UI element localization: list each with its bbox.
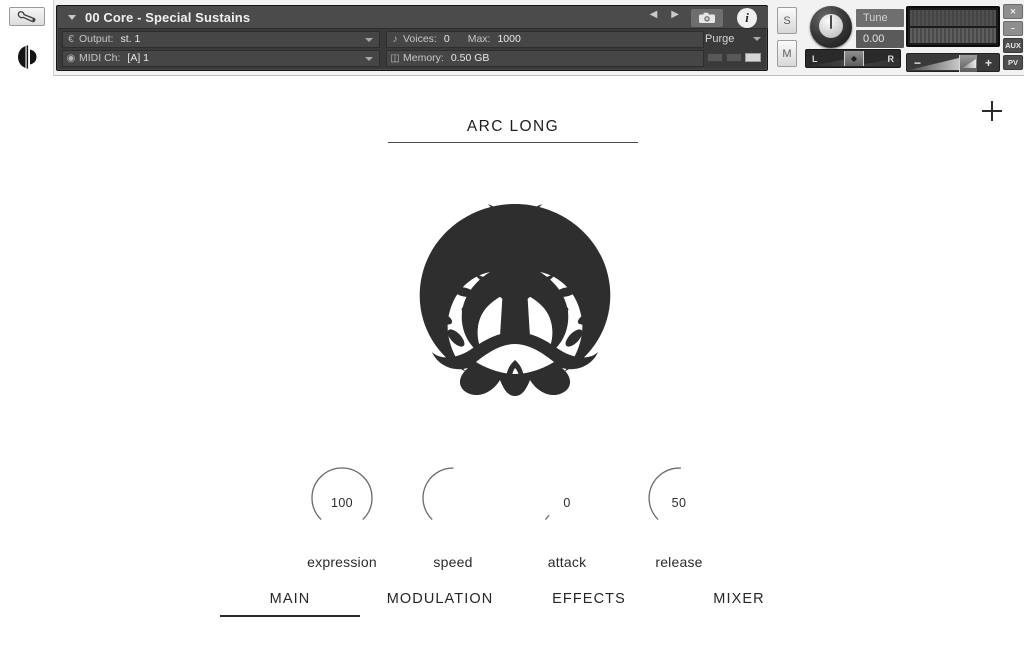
volume-slider[interactable]: − + — [906, 53, 1000, 72]
close-button[interactable]: ✕ — [1003, 4, 1023, 19]
title-underline — [388, 142, 638, 143]
previous-arrow-icon[interactable]: ◀ — [650, 10, 658, 20]
pan-left-label: L — [812, 53, 818, 64]
next-arrow-icon[interactable]: ▶ — [671, 10, 679, 20]
pan-handle-icon[interactable]: ◆ — [844, 51, 864, 66]
tab-effects[interactable]: EFFECTS — [519, 591, 659, 615]
strip-row-midi-memory: ◉ MIDI Ch: [A] 1 ◫ Memory: 0.50 GB — [58, 49, 768, 67]
release-value: 50 — [671, 496, 687, 510]
voices-value: 0 — [443, 33, 450, 45]
release-label: release — [655, 554, 703, 570]
knob-speed[interactable]: speed — [393, 458, 513, 570]
output-icon: € — [68, 33, 74, 45]
tune-value[interactable]: 0.00 — [856, 30, 904, 48]
info-icon[interactable]: i — [737, 8, 757, 28]
purge-label: Purge — [705, 33, 735, 45]
output-value: st. 1 — [120, 33, 141, 45]
meter-lane-left — [910, 10, 996, 26]
purge-dropdown[interactable]: Purge — [705, 31, 761, 47]
instrument-name: 00 Core - Special Sustains — [85, 10, 251, 25]
tab-mixer[interactable]: MIXER — [669, 591, 809, 615]
tune-knob[interactable] — [810, 6, 852, 48]
expression-value: 100 — [330, 496, 354, 510]
tab-main[interactable]: MAIN — [220, 591, 360, 617]
instrument-strip: 00 Core - Special Sustains ◀ ▶ i € Outpu… — [56, 5, 768, 71]
knob-attack[interactable]: 0 attack — [507, 458, 627, 570]
pv-button[interactable]: PV — [1003, 55, 1023, 70]
kontakt-rack-header: 00 Core - Special Sustains ◀ ▶ i € Outpu… — [0, 0, 1024, 105]
attack-label: attack — [547, 554, 587, 570]
mini-block — [707, 53, 723, 62]
mini-block — [745, 53, 761, 62]
instrument-panel: ARC LONG 100 expression speed 0 attack 5… — [0, 76, 1024, 649]
chevron-down-icon[interactable] — [68, 15, 76, 20]
chevron-down-icon[interactable] — [365, 56, 373, 61]
meter-lane-right — [910, 27, 996, 43]
midi-label: MIDI Ch: — [79, 52, 121, 64]
camera-icon[interactable] — [691, 9, 723, 27]
solo-button[interactable]: S — [777, 7, 797, 34]
aux-button[interactable]: AUX — [1003, 38, 1023, 53]
speed-label: speed — [433, 554, 473, 570]
instrument-nav: ◀ ▶ — [650, 10, 679, 20]
midi-value: [A] 1 — [127, 52, 150, 64]
rack-edge-buttons: ✕ − AUX PV — [1003, 4, 1023, 72]
attack-value: 0 — [563, 496, 571, 510]
voices-label: Voices: — [403, 33, 437, 45]
chevron-down-icon[interactable] — [365, 37, 373, 42]
page-title: ARC LONG — [466, 118, 560, 135]
rack-left-rail — [0, 0, 54, 105]
knob-expression[interactable]: 100 expression — [282, 458, 402, 570]
mini-block — [726, 53, 742, 62]
plus-icon[interactable] — [980, 99, 1004, 123]
memory-label: Memory: — [403, 52, 444, 64]
midi-icon: ◉ — [66, 52, 76, 64]
native-instruments-logo — [13, 44, 43, 70]
level-mini-blocks — [707, 53, 761, 62]
wrench-icon[interactable] — [9, 7, 45, 26]
tune-label: Tune — [856, 9, 904, 27]
meters-block: − + — [906, 4, 1002, 72]
volume-handle[interactable] — [959, 55, 977, 72]
memory-field: ◫ Memory: 0.50 GB — [386, 49, 704, 67]
output-field[interactable]: € Output: st. 1 — [62, 30, 380, 48]
solo-mute-column: S M — [777, 7, 797, 67]
strip-row-output-voices: € Output: st. 1 ♪ Voices: 0 Max: 1000 — [58, 30, 768, 48]
knob-release[interactable]: 50 release — [619, 458, 739, 570]
midi-channel-field[interactable]: ◉ MIDI Ch: [A] 1 — [62, 49, 380, 67]
volume-plus-label[interactable]: + — [978, 56, 999, 70]
voices-icon: ♪ — [392, 33, 398, 45]
output-label: Output: — [79, 33, 114, 45]
max-voices-label: Max: — [467, 33, 491, 45]
tune-knob-pointer — [830, 15, 832, 29]
pan-slider[interactable]: L ◆ R — [805, 49, 901, 68]
memory-icon: ◫ — [390, 52, 400, 64]
memory-value: 0.50 GB — [450, 52, 490, 64]
voices-field: ♪ Voices: 0 Max: 1000 — [386, 30, 704, 48]
max-voices-value: 1000 — [497, 33, 521, 45]
chevron-down-icon[interactable] — [753, 37, 761, 41]
minimize-button[interactable]: − — [1003, 21, 1023, 36]
level-meter — [906, 6, 1000, 47]
tab-modulation[interactable]: MODULATION — [370, 591, 510, 615]
mute-button[interactable]: M — [777, 40, 797, 67]
tab-bar: MAIN MODULATION EFFECTS MIXER — [0, 591, 1024, 637]
tree-of-life-logo — [404, 196, 626, 401]
speed-knob-arc[interactable] — [413, 458, 493, 538]
expression-label: expression — [307, 554, 377, 570]
knob-row: 100 expression speed 0 attack 50 release — [0, 458, 1024, 578]
kontakt-window: 00 Core - Special Sustains ◀ ▶ i € Outpu… — [0, 0, 1024, 649]
